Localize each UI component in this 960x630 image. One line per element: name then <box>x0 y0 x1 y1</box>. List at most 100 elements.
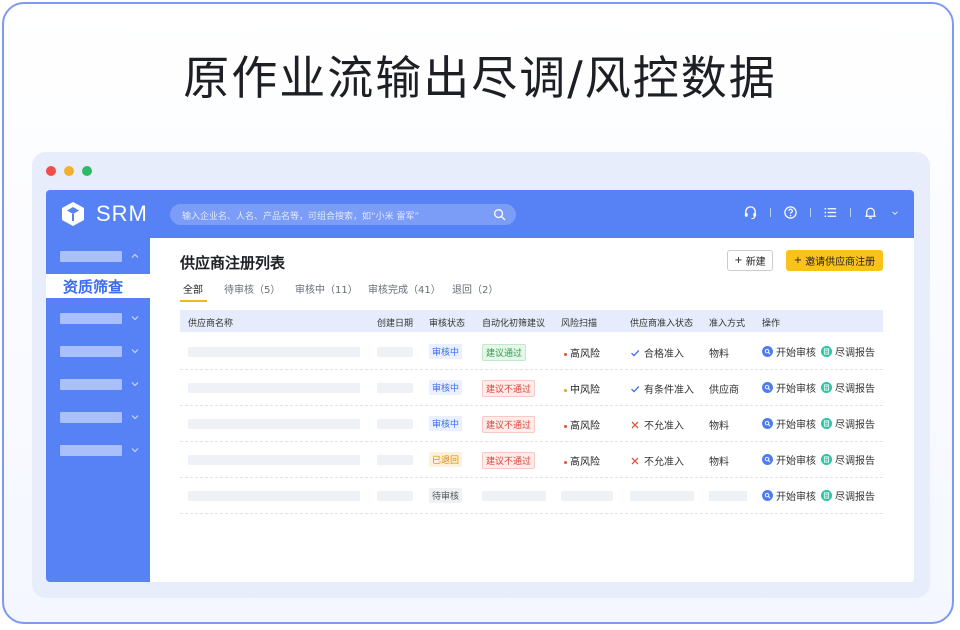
admission-status-text: 不允准入 <box>644 421 684 432</box>
sidebar-item-qualification-screening[interactable]: 资质筛查 <box>46 274 150 298</box>
active-tab-indicator <box>180 300 207 302</box>
admission-method: 供应商 <box>709 385 739 396</box>
headset-icon[interactable] <box>743 205 758 220</box>
date-placeholder <box>377 347 413 357</box>
risk-level-text: 高风险 <box>570 349 600 360</box>
start-review-icon <box>762 382 773 393</box>
date-placeholder <box>377 419 413 429</box>
suggestion-badge: 建议不通过 <box>482 416 536 433</box>
table-row[interactable]: 审核中 建议不通过 高风险 不允准入 物料 开始审核 尽调报告 <box>180 406 883 442</box>
due-diligence-report-action[interactable]: 尽调报告 <box>821 416 875 431</box>
admission-method: 物料 <box>709 457 729 468</box>
report-label: 尽调报告 <box>835 456 875 467</box>
new-button[interactable]: + 新建 <box>727 250 773 271</box>
report-label: 尽调报告 <box>835 384 875 395</box>
chevron-down-icon <box>131 349 139 354</box>
risk-placeholder <box>561 491 613 501</box>
due-diligence-report-action[interactable]: 尽调报告 <box>821 452 875 467</box>
risk-dot-icon <box>564 460 567 464</box>
risk-level: 高风险 <box>564 453 600 468</box>
window-minimize-dot[interactable] <box>64 166 74 176</box>
start-review-icon <box>762 418 773 429</box>
start-review-label: 开始审核 <box>776 420 816 431</box>
list-icon[interactable] <box>823 205 838 220</box>
admission-placeholder <box>630 491 694 501</box>
plus-icon: + <box>793 255 803 266</box>
window-controls <box>46 166 92 176</box>
date-placeholder <box>377 455 413 465</box>
search-placeholder: 输入企业名、人名、产品名等，可组合搜索，如“小米 雷军” <box>182 212 420 222</box>
report-icon <box>821 346 832 357</box>
topbar-divider <box>850 208 851 217</box>
report-label: 尽调报告 <box>835 492 875 503</box>
tab-all[interactable]: 全部 <box>183 281 203 296</box>
supplier-name-placeholder <box>188 455 360 465</box>
sidebar-group-5[interactable] <box>46 407 150 427</box>
sidebar-group-4[interactable] <box>46 374 150 394</box>
table-row[interactable]: 已退回 建议不通过 高风险 不允准入 物料 开始审核 尽调报告 <box>180 442 883 478</box>
sidebar: 资质筛查 <box>46 238 150 582</box>
due-diligence-report-action[interactable]: 尽调报告 <box>821 380 875 395</box>
admission-status: 合格准入 <box>630 345 684 360</box>
global-search-input[interactable]: 输入企业名、人名、产品名等，可组合搜索，如“小米 雷军” <box>170 204 516 225</box>
sidebar-group-6[interactable] <box>46 440 150 460</box>
cross-icon <box>631 421 639 428</box>
date-placeholder <box>377 491 413 501</box>
start-review-icon <box>762 346 773 357</box>
start-review-action[interactable]: 开始审核 <box>762 488 816 503</box>
sidebar-placeholder-bar <box>60 412 122 423</box>
invite-supplier-button[interactable]: + 邀请供应商注册 <box>786 250 883 271</box>
suggestion-placeholder <box>482 491 546 501</box>
date-placeholder <box>377 383 413 393</box>
table-row[interactable]: 审核中 建议通过 高风险 合格准入 物料 开始审核 尽调报告 <box>180 334 883 370</box>
sidebar-group-2[interactable] <box>46 308 150 328</box>
sidebar-placeholder-bar <box>60 313 122 324</box>
start-review-action[interactable]: 开始审核 <box>762 344 816 359</box>
srm-logo-icon <box>62 202 84 226</box>
start-review-label: 开始审核 <box>776 456 816 467</box>
sidebar-group-1[interactable] <box>46 246 150 266</box>
start-review-label: 开始审核 <box>776 348 816 359</box>
plus-icon: + <box>734 255 743 266</box>
topbar: SRM 输入企业名、人名、产品名等，可组合搜索，如“小米 雷军” <box>46 190 914 238</box>
check-icon <box>631 385 640 393</box>
sidebar-group-3[interactable] <box>46 341 150 361</box>
status-badge: 审核中 <box>429 344 463 359</box>
th-admission-status: 供应商准入状态 <box>630 319 694 329</box>
chevron-down-icon <box>131 316 139 321</box>
tab-review-complete[interactable]: 审核完成（41） <box>368 281 441 296</box>
th-risk-scan: 风险扫描 <box>561 319 598 329</box>
bell-icon[interactable] <box>863 205 878 220</box>
chevron-down-icon[interactable] <box>890 208 900 218</box>
admission-status: 有条件准入 <box>630 381 694 396</box>
topbar-actions <box>743 205 900 220</box>
start-review-action[interactable]: 开始审核 <box>762 416 816 431</box>
tab-in-review[interactable]: 审核中（11） <box>295 281 358 296</box>
due-diligence-report-action[interactable]: 尽调报告 <box>821 488 875 503</box>
risk-level: 中风险 <box>564 381 600 396</box>
help-icon[interactable] <box>783 205 798 220</box>
tab-pending[interactable]: 待审核（5） <box>224 281 280 296</box>
search-icon[interactable] <box>493 208 506 221</box>
chevron-up-icon <box>131 253 139 258</box>
tab-returned[interactable]: 退回（2） <box>452 281 498 296</box>
window-close-dot[interactable] <box>46 166 56 176</box>
table-row[interactable]: 待审核 开始审核 尽调报告 <box>180 478 883 514</box>
supplier-name-placeholder <box>188 383 360 393</box>
due-diligence-report-action[interactable]: 尽调报告 <box>821 344 875 359</box>
admission-status: 不允准入 <box>630 417 684 432</box>
table-header: 供应商名称 创建日期 审核状态 自动化初筛建议 风险扫描 供应商准入状态 准入方… <box>180 310 883 332</box>
start-review-action[interactable]: 开始审核 <box>762 452 816 467</box>
start-review-action[interactable]: 开始审核 <box>762 380 816 395</box>
status-badge: 已退回 <box>429 452 463 467</box>
invite-button-label: 邀请供应商注册 <box>805 257 876 268</box>
window-maximize-dot[interactable] <box>82 166 92 176</box>
new-button-label: 新建 <box>745 257 766 268</box>
th-auto-screen-suggestion: 自动化初筛建议 <box>482 319 546 329</box>
status-badge: 审核中 <box>429 416 463 431</box>
admission-status-text: 合格准入 <box>644 349 684 360</box>
supplier-name-placeholder <box>188 419 360 429</box>
app-window: SRM 输入企业名、人名、产品名等，可组合搜索，如“小米 雷军” 资质筛查 供应… <box>32 152 930 598</box>
table-row[interactable]: 审核中 建议不通过 中风险 有条件准入 供应商 开始审核 尽调报告 <box>180 370 883 406</box>
start-review-label: 开始审核 <box>776 384 816 395</box>
